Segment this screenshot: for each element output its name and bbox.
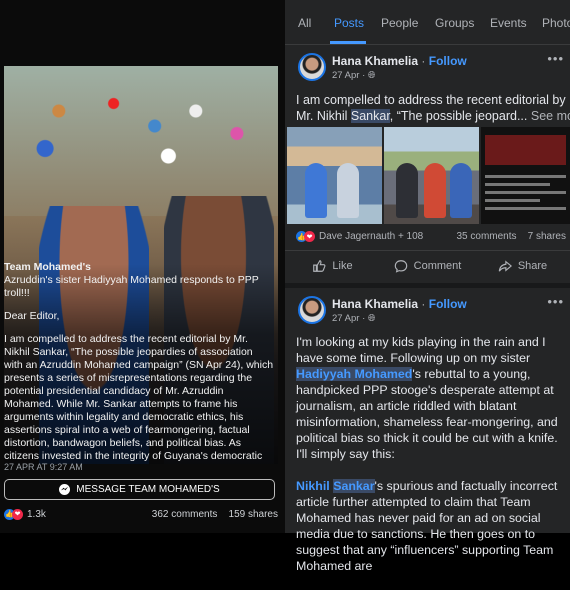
- author-name[interactable]: Hana Khamelia: [332, 54, 418, 68]
- post-paragraph: Nikhil Sankar's spurious and factually i…: [296, 478, 568, 574]
- post-text-fragment: , “The possible jeopard...: [389, 109, 528, 123]
- comment-icon: [394, 260, 407, 273]
- tab-events[interactable]: Events: [490, 16, 527, 30]
- search-highlight: Hadiyyah Mohamed: [296, 367, 413, 381]
- photo-figure: [450, 163, 472, 218]
- search-highlight: Sankar: [350, 109, 390, 123]
- see-more-link[interactable]: See more: [531, 109, 570, 123]
- comments-count[interactable]: 35 comments: [456, 231, 516, 242]
- photo-overlay-text: Team Mohamed's Azruddin's sister Hadiyya…: [4, 261, 274, 464]
- photo-text-line: [485, 207, 566, 210]
- tab-photos[interactable]: Photo: [542, 16, 570, 30]
- post-stats: 👍 ❤ Dave Jagernauth + 108 35 comments 7 …: [296, 231, 566, 242]
- post-text-line2: Mr. Nikhil Sankar, “The possible jeopard…: [296, 108, 570, 124]
- post-meta: 27 Apr · 🌐︎: [332, 313, 376, 324]
- comments-count[interactable]: 362 comments: [152, 509, 218, 520]
- share-label: Share: [517, 260, 548, 272]
- post-paragraph: I'm looking at my kids playing in the ra…: [296, 334, 568, 462]
- photo-background-crowd: [4, 66, 278, 216]
- message-button-label: MESSAGE TEAM MOHAMED'S: [76, 484, 220, 495]
- like-label: Like: [332, 260, 353, 272]
- post-photo[interactable]: Team Mohamed's Azruddin's sister Hadiyya…: [4, 66, 278, 464]
- mention-link[interactable]: Hadiyyah Mohamed: [296, 367, 413, 381]
- more-options-icon[interactable]: •••: [547, 294, 564, 309]
- post-timestamp: 27 APR AT 9:27 AM: [4, 462, 83, 472]
- post-text-line1: I am compelled to address the recent edi…: [296, 93, 566, 107]
- love-reaction-icon: ❤: [304, 231, 315, 242]
- avatar[interactable]: [298, 296, 326, 324]
- photo-text-line: [485, 183, 550, 186]
- active-tab-indicator: [330, 41, 366, 44]
- post-actions: Like Comment Share: [285, 250, 570, 281]
- more-options-icon[interactable]: •••: [547, 51, 564, 66]
- left-post-stats: 👍 ❤ 1.3k 362 comments 159 shares: [4, 506, 278, 522]
- post-images: [287, 127, 570, 224]
- post-image[interactable]: [287, 127, 382, 224]
- globe-icon: 🌐︎: [367, 70, 376, 81]
- post-image[interactable]: [481, 127, 570, 224]
- search-highlight: Sankar: [333, 479, 375, 493]
- separator-dot: ·: [421, 54, 426, 68]
- reactors[interactable]: Dave Jagernauth + 108: [319, 231, 423, 242]
- thumbs-up-icon: [313, 260, 326, 272]
- separator-dot: ·: [362, 313, 366, 324]
- author-name[interactable]: Hana Khamelia: [332, 297, 418, 311]
- comment-label: Comment: [413, 260, 462, 272]
- mention-link[interactable]: Nikhil Sankar: [296, 479, 375, 493]
- share-icon: [498, 260, 512, 272]
- overlay-salutation: Dear Editor,: [4, 310, 60, 322]
- overlay-body: I am compelled to address the recent edi…: [4, 333, 274, 462]
- photo-figure: [396, 163, 418, 218]
- separator-dot: ·: [421, 297, 426, 311]
- search-results-panel: All Posts People Groups Events Photo Han…: [285, 0, 570, 573]
- comments-shares: 35 comments 7 shares: [456, 231, 566, 242]
- comment-button[interactable]: Comment: [380, 259, 475, 273]
- filter-tabs: All Posts People Groups Events Photo: [285, 0, 570, 45]
- post-meta: 27 Apr · 🌐︎: [332, 70, 376, 81]
- post-date[interactable]: 27 Apr: [332, 70, 359, 81]
- post-image[interactable]: [384, 127, 479, 224]
- post-header: Hana Khamelia · Follow: [332, 54, 467, 68]
- photo-figure: [305, 163, 327, 218]
- message-team-button[interactable]: MESSAGE TEAM MOHAMED'S: [4, 479, 275, 500]
- love-reaction-icon: ❤: [12, 508, 23, 520]
- photo-figure: [424, 163, 446, 218]
- globe-icon: 🌐︎: [367, 313, 376, 324]
- tab-all[interactable]: All: [298, 16, 311, 30]
- mention-text: Nikhil: [296, 479, 334, 493]
- comments-shares: 362 comments 159 shares: [152, 509, 278, 520]
- post-text-fragment: Mr. Nikhil: [296, 109, 351, 123]
- shares-count[interactable]: 7 shares: [528, 231, 566, 242]
- photo-text-line: [485, 191, 566, 194]
- post-text-fragment: I'm looking at my kids playing in the ra…: [296, 335, 546, 365]
- post-text: I'm looking at my kids playing in the ra…: [296, 334, 568, 590]
- photo-figure: [337, 163, 359, 218]
- tab-people[interactable]: People: [381, 16, 418, 30]
- tab-posts[interactable]: Posts: [334, 16, 364, 30]
- left-post-panel: Team Mohamed's Azruddin's sister Hadiyya…: [0, 0, 285, 533]
- photo-text-line: [485, 175, 566, 178]
- overlay-page-title: Team Mohamed's: [4, 261, 91, 273]
- post-text-fragment: 's spurious and factually incorrect arti…: [296, 479, 558, 573]
- reaction-count[interactable]: 1.3k: [27, 509, 46, 520]
- post-header: Hana Khamelia · Follow: [332, 297, 467, 311]
- shares-count[interactable]: 159 shares: [229, 509, 278, 520]
- separator-dot: ·: [362, 70, 366, 81]
- messenger-icon: [59, 484, 71, 495]
- post-date[interactable]: 27 Apr: [332, 313, 359, 324]
- follow-button[interactable]: Follow: [429, 54, 467, 68]
- like-button[interactable]: Like: [285, 259, 380, 273]
- post-card: Hana Khamelia · Follow 27 Apr · 🌐︎ ••• I…: [285, 45, 570, 283]
- share-button[interactable]: Share: [475, 259, 570, 273]
- follow-button[interactable]: Follow: [429, 297, 467, 311]
- avatar[interactable]: [298, 53, 326, 81]
- post-text: I am compelled to address the recent edi…: [296, 92, 570, 124]
- tab-groups[interactable]: Groups: [435, 16, 474, 30]
- photo-text-line: [485, 199, 540, 202]
- overlay-headline: Azruddin's sister Hadiyyah Mohamed respo…: [4, 274, 259, 299]
- photo-block: [485, 135, 566, 165]
- post-text-fragment: 's rebuttal to a young, handpicked PPP s…: [296, 367, 558, 461]
- post-card: Hana Khamelia · Follow 27 Apr · 🌐︎ ••• I…: [285, 288, 570, 573]
